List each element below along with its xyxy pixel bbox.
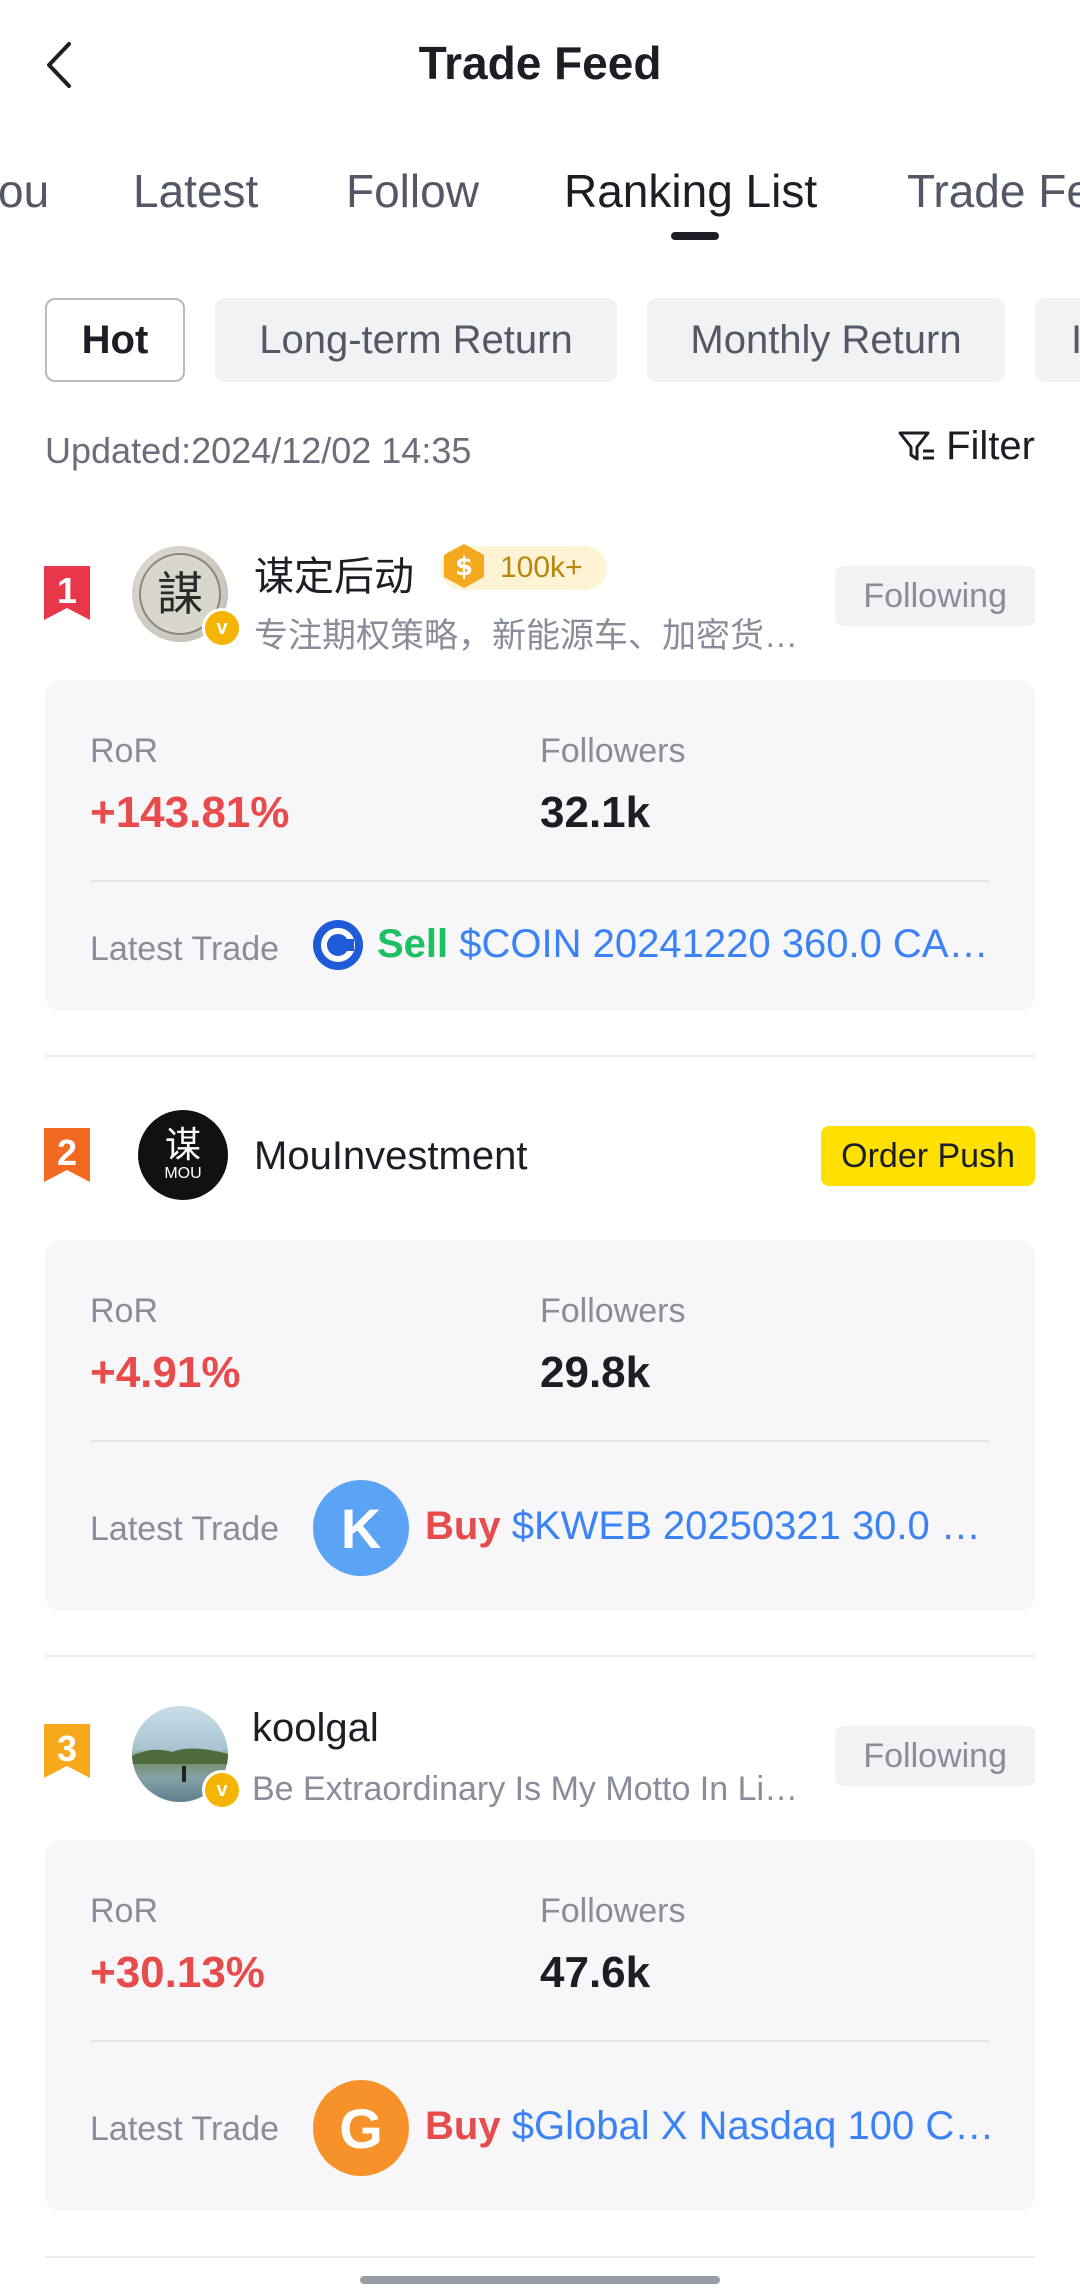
latest-trade-text[interactable]: Sell $COIN 20241220 360.0 CA… bbox=[377, 922, 997, 967]
followers-label: Followers bbox=[540, 1292, 686, 1330]
divider bbox=[90, 2040, 990, 2042]
follower-tier-badge: $ 100k+ bbox=[440, 544, 607, 590]
filter-icon bbox=[898, 431, 935, 460]
username[interactable]: 谋定后动 bbox=[254, 544, 414, 602]
followers-value: 47.6k bbox=[540, 1948, 651, 1997]
tab-trade-feed-partial[interactable]: Trade Fe bbox=[907, 164, 1080, 218]
latest-trade-label: Latest Trade bbox=[90, 2110, 280, 2148]
rank-number: 1 bbox=[56, 570, 78, 611]
followers-value: 32.1k bbox=[540, 788, 651, 837]
home-indicator[interactable] bbox=[360, 2276, 720, 2284]
followers-label: Followers bbox=[540, 1892, 686, 1930]
avatar-text: 谋 bbox=[164, 1125, 201, 1166]
trade-side: Buy bbox=[425, 2104, 501, 2148]
username[interactable]: MouInvestment bbox=[254, 1134, 527, 1179]
tab-latest[interactable]: Latest bbox=[133, 164, 258, 218]
svg-text:謀: 謀 bbox=[157, 567, 203, 621]
verified-icon: v bbox=[202, 608, 242, 648]
rank-badge: 3 bbox=[44, 1724, 90, 1778]
chip-long-term-return[interactable]: Long-term Return bbox=[215, 298, 617, 382]
latest-trade-text[interactable]: Buy $KWEB 20250321 30.0 … bbox=[425, 1504, 985, 1549]
rank-number: 3 bbox=[56, 1728, 78, 1769]
avatar-subtext: MOU bbox=[164, 1165, 202, 1182]
chip-hot[interactable]: Hot bbox=[45, 298, 185, 382]
rank-number: 2 bbox=[56, 1132, 78, 1173]
chip-monthly-return[interactable]: Monthly Return bbox=[647, 298, 1005, 382]
ror-value: +4.91% bbox=[90, 1348, 241, 1397]
trade-side: Buy bbox=[425, 1504, 501, 1548]
ror-value: +30.13% bbox=[90, 1948, 265, 1997]
entry-separator bbox=[45, 1655, 1035, 1657]
user-bio: 专注期权策略，新能源车、加密货… bbox=[254, 617, 798, 655]
verified-icon: v bbox=[202, 1770, 242, 1810]
latest-trade-label: Latest Trade bbox=[90, 1510, 280, 1548]
filter-button[interactable]: Filter bbox=[896, 424, 1035, 469]
trade-side: Sell bbox=[377, 922, 449, 966]
badge-label: 100k+ bbox=[500, 551, 583, 584]
trade-ticker[interactable]: $Global X Nasdaq 100 C… bbox=[512, 2104, 995, 2148]
trade-ticker[interactable]: $KWEB 20250321 30.0 … bbox=[512, 1504, 981, 1548]
coin-icon: $ bbox=[444, 544, 484, 588]
stats-card[interactable]: RoR +143.81% Followers 32.1k Latest Trad… bbox=[45, 680, 1035, 1010]
ticker-logo-icon: G bbox=[313, 2080, 409, 2176]
rank-badge: 1 bbox=[44, 566, 90, 620]
trade-ticker[interactable]: $COIN 20241220 360.0 CA… bbox=[459, 922, 988, 966]
updated-timestamp: Updated:2024/12/02 14:35 bbox=[45, 430, 472, 471]
rank-badge: 2 bbox=[44, 1128, 90, 1182]
entry-separator bbox=[45, 1055, 1035, 1057]
ror-label: RoR bbox=[90, 1892, 159, 1930]
tab-partial-left[interactable]: ou bbox=[0, 164, 49, 218]
stats-card[interactable]: RoR +4.91% Followers 29.8k Latest Trade … bbox=[45, 1240, 1035, 1610]
header: Trade Feed bbox=[0, 0, 1080, 130]
tab-follow[interactable]: Follow bbox=[346, 164, 479, 218]
following-button[interactable]: Following bbox=[835, 1726, 1035, 1786]
following-button[interactable]: Following bbox=[835, 566, 1035, 626]
entry-separator bbox=[45, 2256, 1035, 2258]
followers-value: 29.8k bbox=[540, 1348, 651, 1397]
page-title: Trade Feed bbox=[418, 37, 662, 89]
avatar[interactable]: 谋 MOU bbox=[138, 1110, 228, 1200]
latest-trade-text[interactable]: Buy $Global X Nasdaq 100 C… bbox=[425, 2104, 995, 2149]
coinbase-logo-icon bbox=[313, 920, 363, 970]
filter-chips: Hot Long-term Return Monthly Return I bbox=[0, 298, 1080, 382]
ror-label: RoR bbox=[90, 732, 159, 770]
followers-label: Followers bbox=[540, 732, 686, 770]
divider bbox=[90, 880, 990, 882]
chip-partial[interactable]: I bbox=[1035, 298, 1080, 382]
user-bio: Be Extraordinary Is My Motto In Li… bbox=[252, 1770, 799, 1808]
username[interactable]: koolgal bbox=[252, 1706, 379, 1751]
stats-card[interactable]: RoR +30.13% Followers 47.6k Latest Trade… bbox=[45, 1840, 1035, 2210]
tab-ranking-list[interactable]: Ranking List bbox=[564, 164, 817, 218]
active-tab-indicator bbox=[671, 232, 719, 240]
order-push-button[interactable]: Order Push bbox=[821, 1126, 1035, 1186]
tab-bar: ou Latest Follow Ranking List Trade Fe bbox=[0, 150, 1080, 250]
svg-text:$: $ bbox=[455, 552, 473, 582]
ror-label: RoR bbox=[90, 1292, 159, 1330]
divider bbox=[90, 1440, 990, 1442]
ror-value: +143.81% bbox=[90, 788, 290, 837]
latest-trade-label: Latest Trade bbox=[90, 930, 280, 968]
ticker-logo-icon: K bbox=[313, 1480, 409, 1576]
filter-label: Filter bbox=[946, 424, 1035, 468]
